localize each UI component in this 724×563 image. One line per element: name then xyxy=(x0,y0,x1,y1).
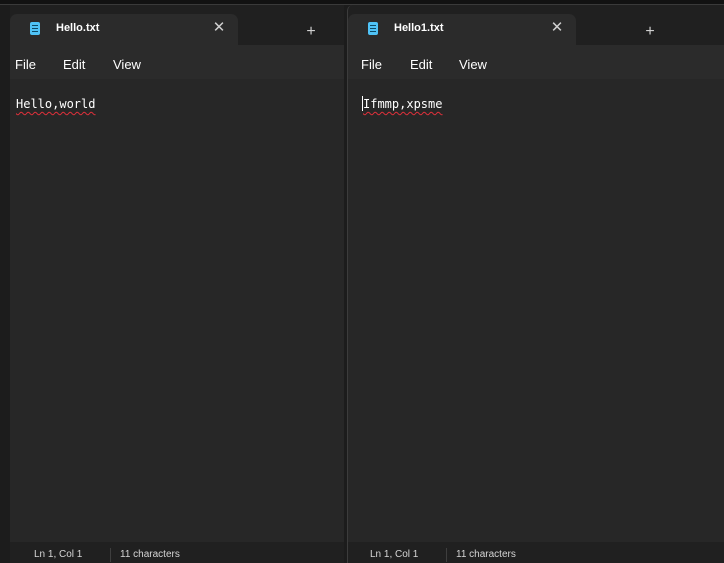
menu-file[interactable]: File xyxy=(15,57,36,72)
plus-icon[interactable]: + xyxy=(302,23,320,41)
title-bar[interactable]: Hello.txt ✕ + xyxy=(10,5,344,45)
plus-icon[interactable]: + xyxy=(641,23,659,41)
menu-edit[interactable]: Edit xyxy=(410,57,432,72)
status-cursor-position: Ln 1, Col 1 xyxy=(34,549,83,560)
tab-title: Hello1.txt xyxy=(394,22,444,34)
editor-text: Hello,world xyxy=(16,97,96,111)
notepad-document-icon xyxy=(30,22,40,35)
notepad-document-icon xyxy=(368,22,378,35)
editor-text: Ifmmp,xpsme xyxy=(363,97,443,111)
status-divider xyxy=(110,548,111,562)
notepad-window-hello: Hello.txt ✕ + File Edit View Hello,world… xyxy=(10,5,344,563)
menu-view[interactable]: View xyxy=(113,57,141,72)
status-cursor-position: Ln 1, Col 1 xyxy=(370,549,419,560)
menu-view[interactable]: View xyxy=(459,57,487,72)
status-character-count: 11 characters xyxy=(456,549,516,560)
status-divider xyxy=(446,548,447,562)
text-editor-area[interactable]: Hello,world xyxy=(10,79,344,542)
tab-title: Hello.txt xyxy=(56,22,100,34)
tab-hello-txt[interactable]: Hello.txt ✕ xyxy=(10,14,238,45)
close-icon[interactable]: ✕ xyxy=(210,19,228,37)
status-bar: Ln 1, Col 1 11 characters xyxy=(348,542,724,563)
menu-bar: File Edit View xyxy=(10,45,344,79)
menu-edit[interactable]: Edit xyxy=(63,57,85,72)
status-bar: Ln 1, Col 1 11 characters xyxy=(10,542,344,563)
title-bar[interactable]: Hello1.txt ✕ + xyxy=(348,5,724,45)
tab-hello1-txt[interactable]: Hello1.txt ✕ xyxy=(348,14,576,45)
notepad-window-hello1: Hello1.txt ✕ + File Edit View Ifmmp,xpsm… xyxy=(347,5,724,563)
close-icon[interactable]: ✕ xyxy=(548,19,566,37)
desktop-screen: Hello.txt ✕ + File Edit View Hello,world… xyxy=(0,0,724,563)
menu-bar: File Edit View xyxy=(348,45,724,79)
menu-file[interactable]: File xyxy=(361,57,382,72)
text-editor-area[interactable]: Ifmmp,xpsme xyxy=(348,79,724,542)
status-character-count: 11 characters xyxy=(120,549,180,560)
